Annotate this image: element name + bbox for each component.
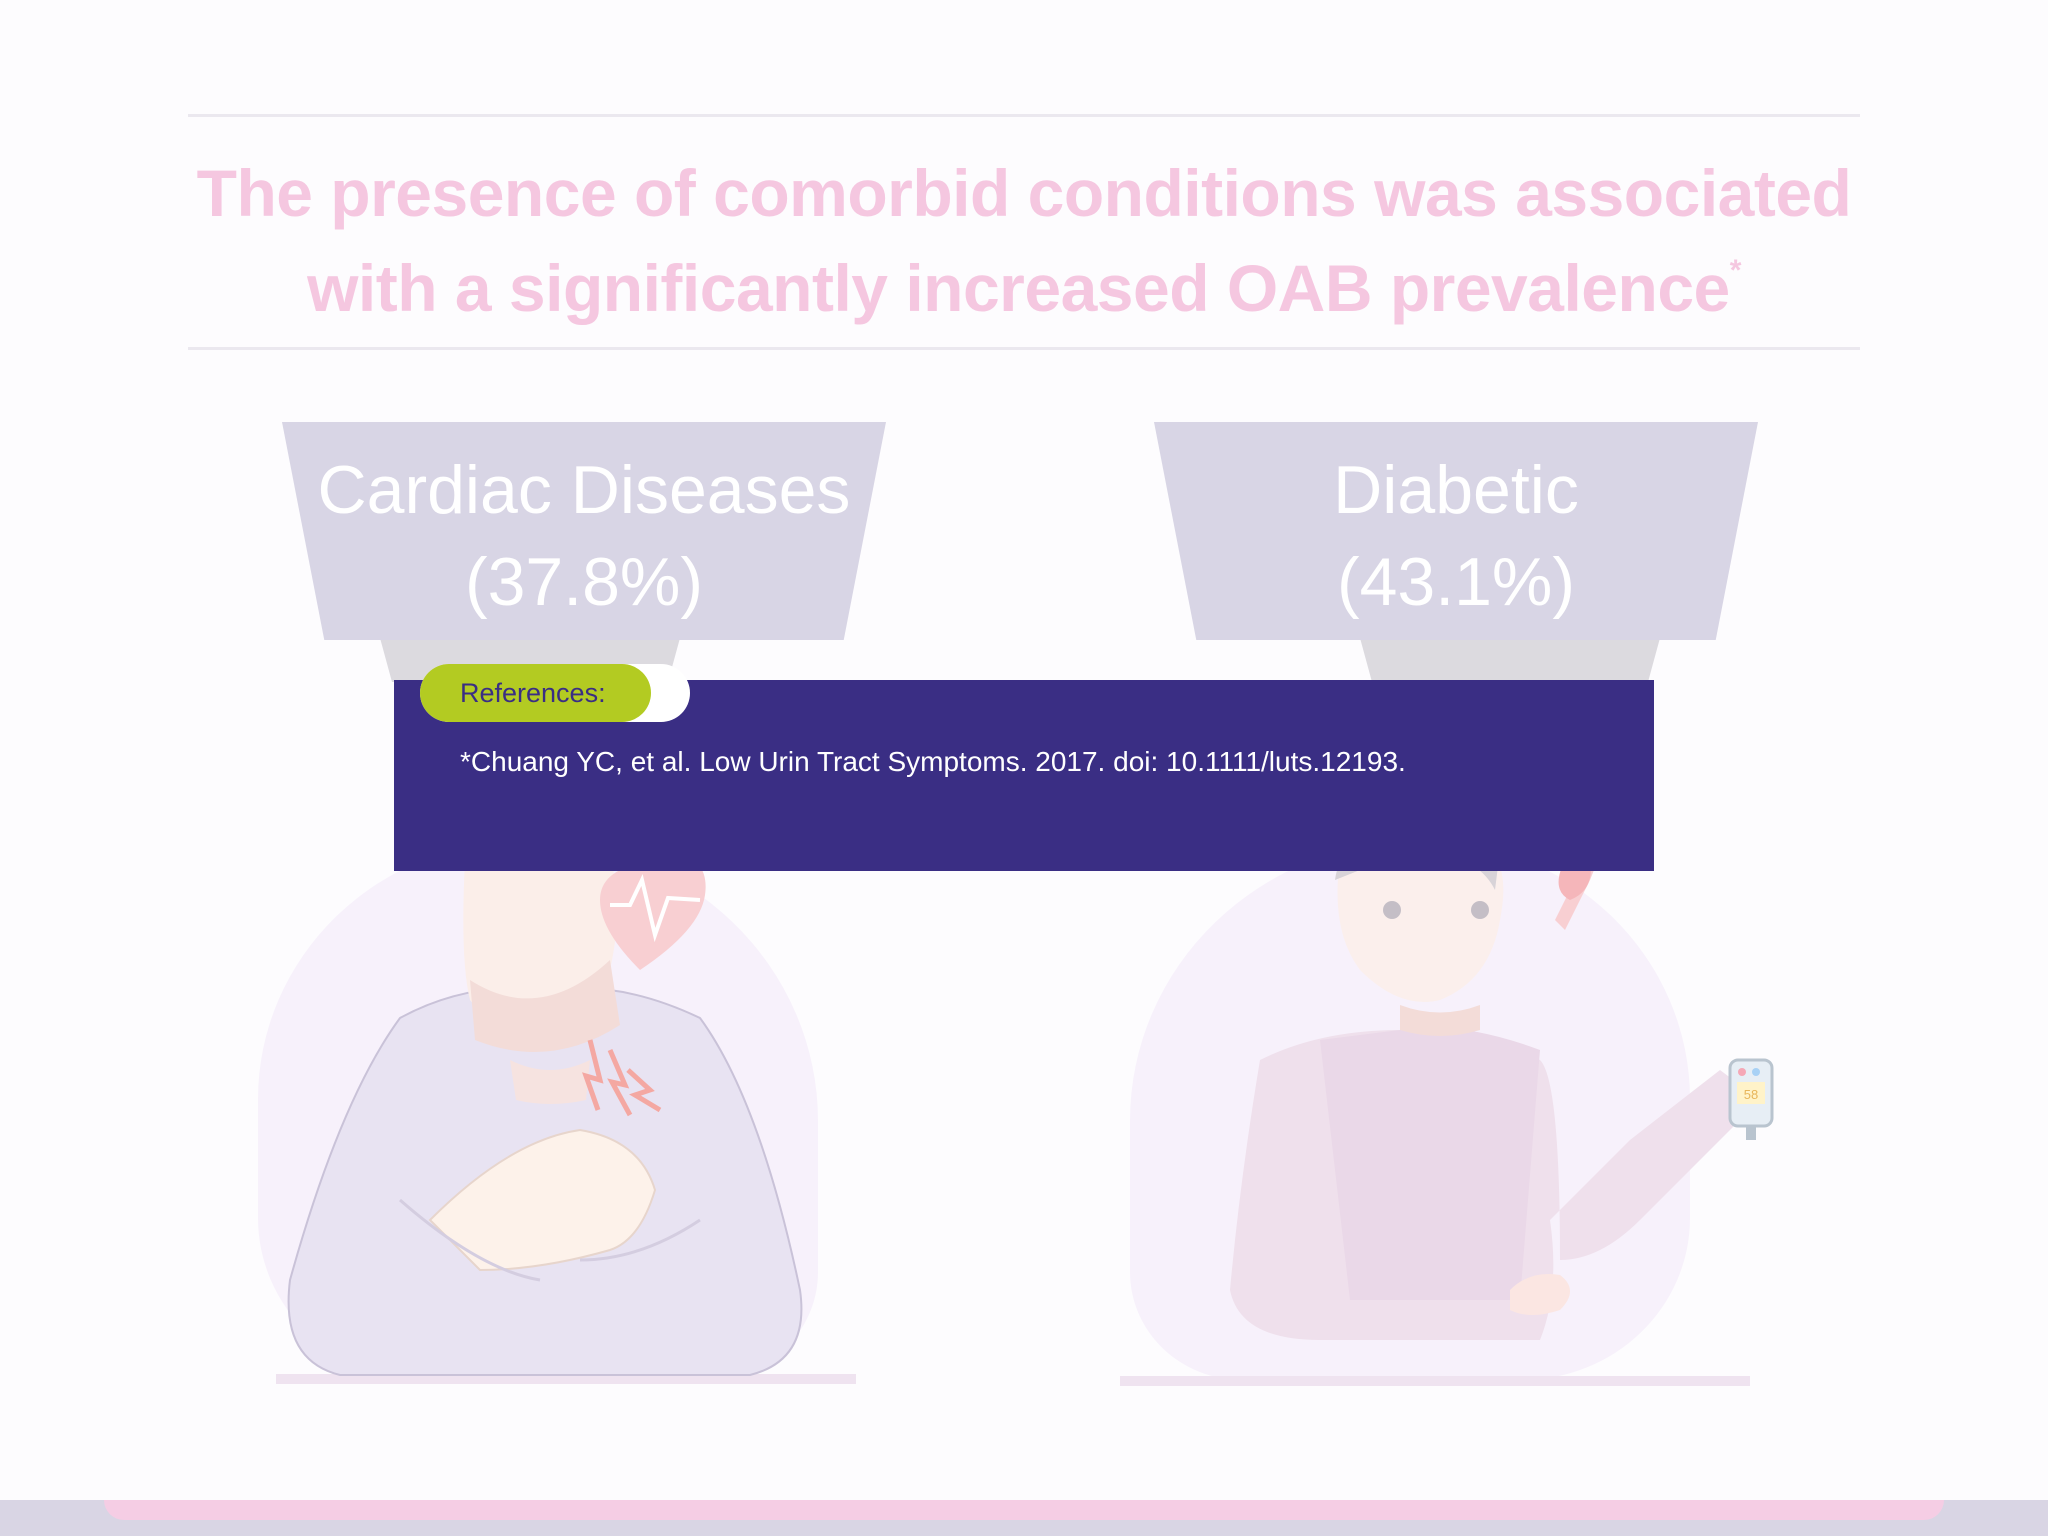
diabetic-stat-label: Diabetic [1333,452,1579,528]
title-text: The presence of comorbid conditions was … [196,156,1852,325]
page-title: The presence of comorbid conditions was … [188,150,1860,331]
footer-accent-bar [104,1500,1944,1520]
cardiac-stat-value: (37.8%) [464,544,704,620]
man-with-glucose-meter-icon: 58 [1230,820,1774,1340]
man-holding-chest-icon [287,847,803,1376]
reference-citation: *Chuang YC, et al. Low Urin Tract Sympto… [460,746,1406,777]
references-label[interactable]: References: [420,664,651,722]
diabetic-stat-shadow [1360,638,1660,682]
cardiac-stat-label: Cardiac Diseases [317,452,851,528]
glucose-reading: 58 [1744,1087,1758,1102]
diabetic-stat-value: (43.1%) [1336,544,1576,620]
top-divider [188,114,1860,117]
cardiac-stat-box: Cardiac Diseases (37.8%) [282,422,886,640]
title-footnote-marker: * [1729,254,1742,287]
title-bottom-divider [188,347,1860,350]
diabetic-stat-box: Diabetic (43.1%) [1154,422,1758,640]
